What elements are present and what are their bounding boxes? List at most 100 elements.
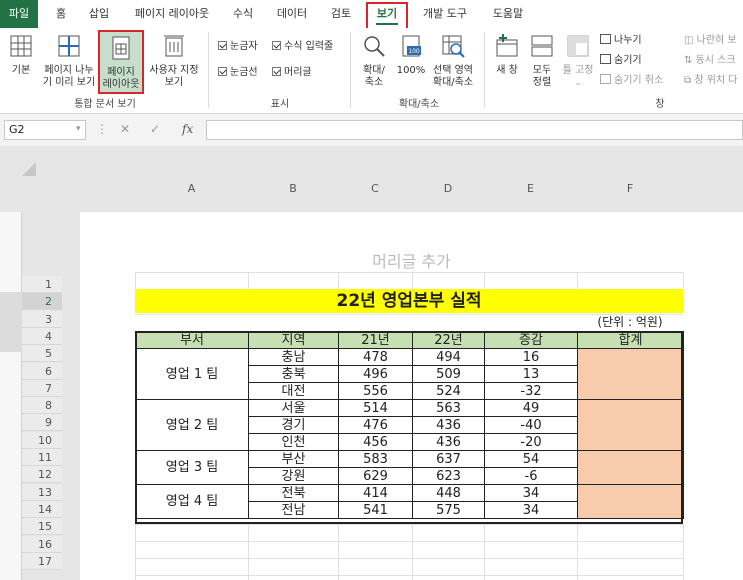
- name-box[interactable]: G2: [4, 120, 86, 140]
- tab-help[interactable]: 도움말: [488, 0, 528, 28]
- region-cell[interactable]: 부산: [248, 450, 339, 468]
- change-cell[interactable]: 34: [484, 484, 578, 502]
- view-side-by-side-button[interactable]: ◫ 나란히 보: [684, 34, 737, 48]
- freeze-panes-button[interactable]: 틀 고정 ⌄: [560, 34, 596, 89]
- region-cell[interactable]: 충북: [248, 365, 339, 383]
- y22-cell[interactable]: 436: [412, 433, 485, 451]
- row-header[interactable]: 6: [22, 362, 62, 380]
- change-cell[interactable]: 49: [484, 399, 578, 417]
- y22-cell[interactable]: 637: [412, 450, 485, 468]
- team-cell[interactable]: 영업 1 팀: [135, 348, 249, 400]
- change-cell[interactable]: 16: [484, 348, 578, 366]
- total-cell[interactable]: [577, 399, 684, 451]
- reset-window-position-button[interactable]: ⧉ 창 위치 다: [684, 74, 738, 88]
- header-cell[interactable]: 부서: [135, 331, 249, 349]
- team-cell[interactable]: 영업 2 팀: [135, 399, 249, 451]
- row-header[interactable]: 16: [22, 535, 62, 553]
- row-header[interactable]: 4: [22, 327, 62, 345]
- column-header-e[interactable]: E: [484, 180, 577, 197]
- y22-cell[interactable]: 563: [412, 399, 485, 417]
- header-cell[interactable]: 21년: [338, 331, 413, 349]
- region-cell[interactable]: 전북: [248, 484, 339, 502]
- column-header-d[interactable]: D: [412, 180, 484, 197]
- region-cell[interactable]: 서울: [248, 399, 339, 417]
- sheet-title[interactable]: 22년 영업본부 실적: [135, 289, 683, 313]
- y21-cell[interactable]: 414: [338, 484, 413, 502]
- total-cell[interactable]: [577, 484, 684, 519]
- zoom-100-button[interactable]: 100 100%: [394, 34, 428, 77]
- page-break-preview-button[interactable]: 페이지 나누 기 미리 보기: [40, 34, 98, 89]
- column-header-f[interactable]: F: [577, 180, 683, 197]
- tab-formulas[interactable]: 수식: [228, 0, 258, 28]
- y21-cell[interactable]: 556: [338, 382, 413, 400]
- zoom-selection-button[interactable]: 선택 영역 확대/축소: [428, 34, 478, 89]
- region-cell[interactable]: 전남: [248, 501, 339, 519]
- normal-view-button[interactable]: 기본: [4, 34, 38, 77]
- arrange-all-button[interactable]: 모두 정렬: [526, 34, 558, 89]
- y22-cell[interactable]: 575: [412, 501, 485, 519]
- row-header[interactable]: 2: [22, 293, 62, 311]
- select-all-icon[interactable]: [22, 162, 36, 176]
- row-header[interactable]: 13: [22, 483, 62, 501]
- ruler-checkbox[interactable]: 눈금자: [218, 40, 258, 54]
- team-cell[interactable]: 영업 4 팀: [135, 484, 249, 519]
- formula-input[interactable]: [206, 120, 743, 140]
- formula-bar-checkbox[interactable]: 수식 입력줄: [272, 40, 333, 54]
- column-header-a[interactable]: A: [135, 180, 248, 197]
- y21-cell[interactable]: 583: [338, 450, 413, 468]
- y21-cell[interactable]: 541: [338, 501, 413, 519]
- zoom-button[interactable]: 확대/ 축소: [356, 34, 392, 89]
- change-cell[interactable]: 54: [484, 450, 578, 468]
- y22-cell[interactable]: 494: [412, 348, 485, 366]
- row-header[interactable]: 7: [22, 379, 62, 397]
- region-cell[interactable]: 경기: [248, 416, 339, 434]
- column-header-c[interactable]: C: [338, 180, 412, 197]
- tab-developer[interactable]: 개발 도구: [416, 0, 474, 28]
- page-header-placeholder[interactable]: 머리글 추가: [80, 248, 743, 272]
- region-cell[interactable]: 충남: [248, 348, 339, 366]
- new-window-button[interactable]: 새 창: [490, 34, 524, 77]
- y22-cell[interactable]: 436: [412, 416, 485, 434]
- tab-insert[interactable]: 삽입: [84, 0, 114, 28]
- change-cell[interactable]: -20: [484, 433, 578, 451]
- hide-button[interactable]: 숨기기: [600, 54, 642, 68]
- y21-cell[interactable]: 478: [338, 348, 413, 366]
- row-header[interactable]: 12: [22, 466, 62, 484]
- row-header[interactable]: 14: [22, 500, 62, 518]
- row-header[interactable]: 9: [22, 414, 62, 432]
- split-button[interactable]: 나누기: [600, 34, 642, 48]
- y22-cell[interactable]: 623: [412, 467, 485, 485]
- y22-cell[interactable]: 509: [412, 365, 485, 383]
- change-cell[interactable]: -32: [484, 382, 578, 400]
- row-header[interactable]: 11: [22, 449, 62, 466]
- enter-icon[interactable]: ✓: [150, 122, 160, 136]
- tab-file[interactable]: 파일: [0, 0, 38, 28]
- y21-cell[interactable]: 496: [338, 365, 413, 383]
- y21-cell[interactable]: 476: [338, 416, 413, 434]
- change-cell[interactable]: -40: [484, 416, 578, 434]
- region-cell[interactable]: 대전: [248, 382, 339, 400]
- row-header[interactable]: 17: [22, 552, 62, 570]
- headings-checkbox[interactable]: 머리글: [272, 66, 312, 80]
- header-cell[interactable]: 증감: [484, 331, 578, 349]
- header-cell[interactable]: 22년: [412, 331, 485, 349]
- change-cell[interactable]: 13: [484, 365, 578, 383]
- row-header[interactable]: 3: [22, 310, 62, 328]
- region-cell[interactable]: 인천: [248, 433, 339, 451]
- y22-cell[interactable]: 448: [412, 484, 485, 502]
- row-header[interactable]: 5: [22, 345, 62, 363]
- team-cell[interactable]: 영업 3 팀: [135, 450, 249, 485]
- column-header-b[interactable]: B: [248, 180, 338, 197]
- tab-data[interactable]: 데이터: [272, 0, 312, 28]
- change-cell[interactable]: 34: [484, 501, 578, 519]
- gridlines-checkbox[interactable]: 눈금선: [218, 66, 258, 80]
- sync-scroll-button[interactable]: ⇅ 동시 스크: [684, 54, 736, 68]
- name-box-dropdown-icon[interactable]: ▾: [76, 124, 81, 134]
- unit-label[interactable]: (단위 : 억원): [577, 314, 683, 331]
- total-cell[interactable]: [577, 348, 684, 400]
- y21-cell[interactable]: 456: [338, 433, 413, 451]
- row-header[interactable]: 8: [22, 397, 62, 415]
- row-header[interactable]: 10: [22, 431, 62, 449]
- y22-cell[interactable]: 524: [412, 382, 485, 400]
- row-header[interactable]: 1: [22, 276, 62, 293]
